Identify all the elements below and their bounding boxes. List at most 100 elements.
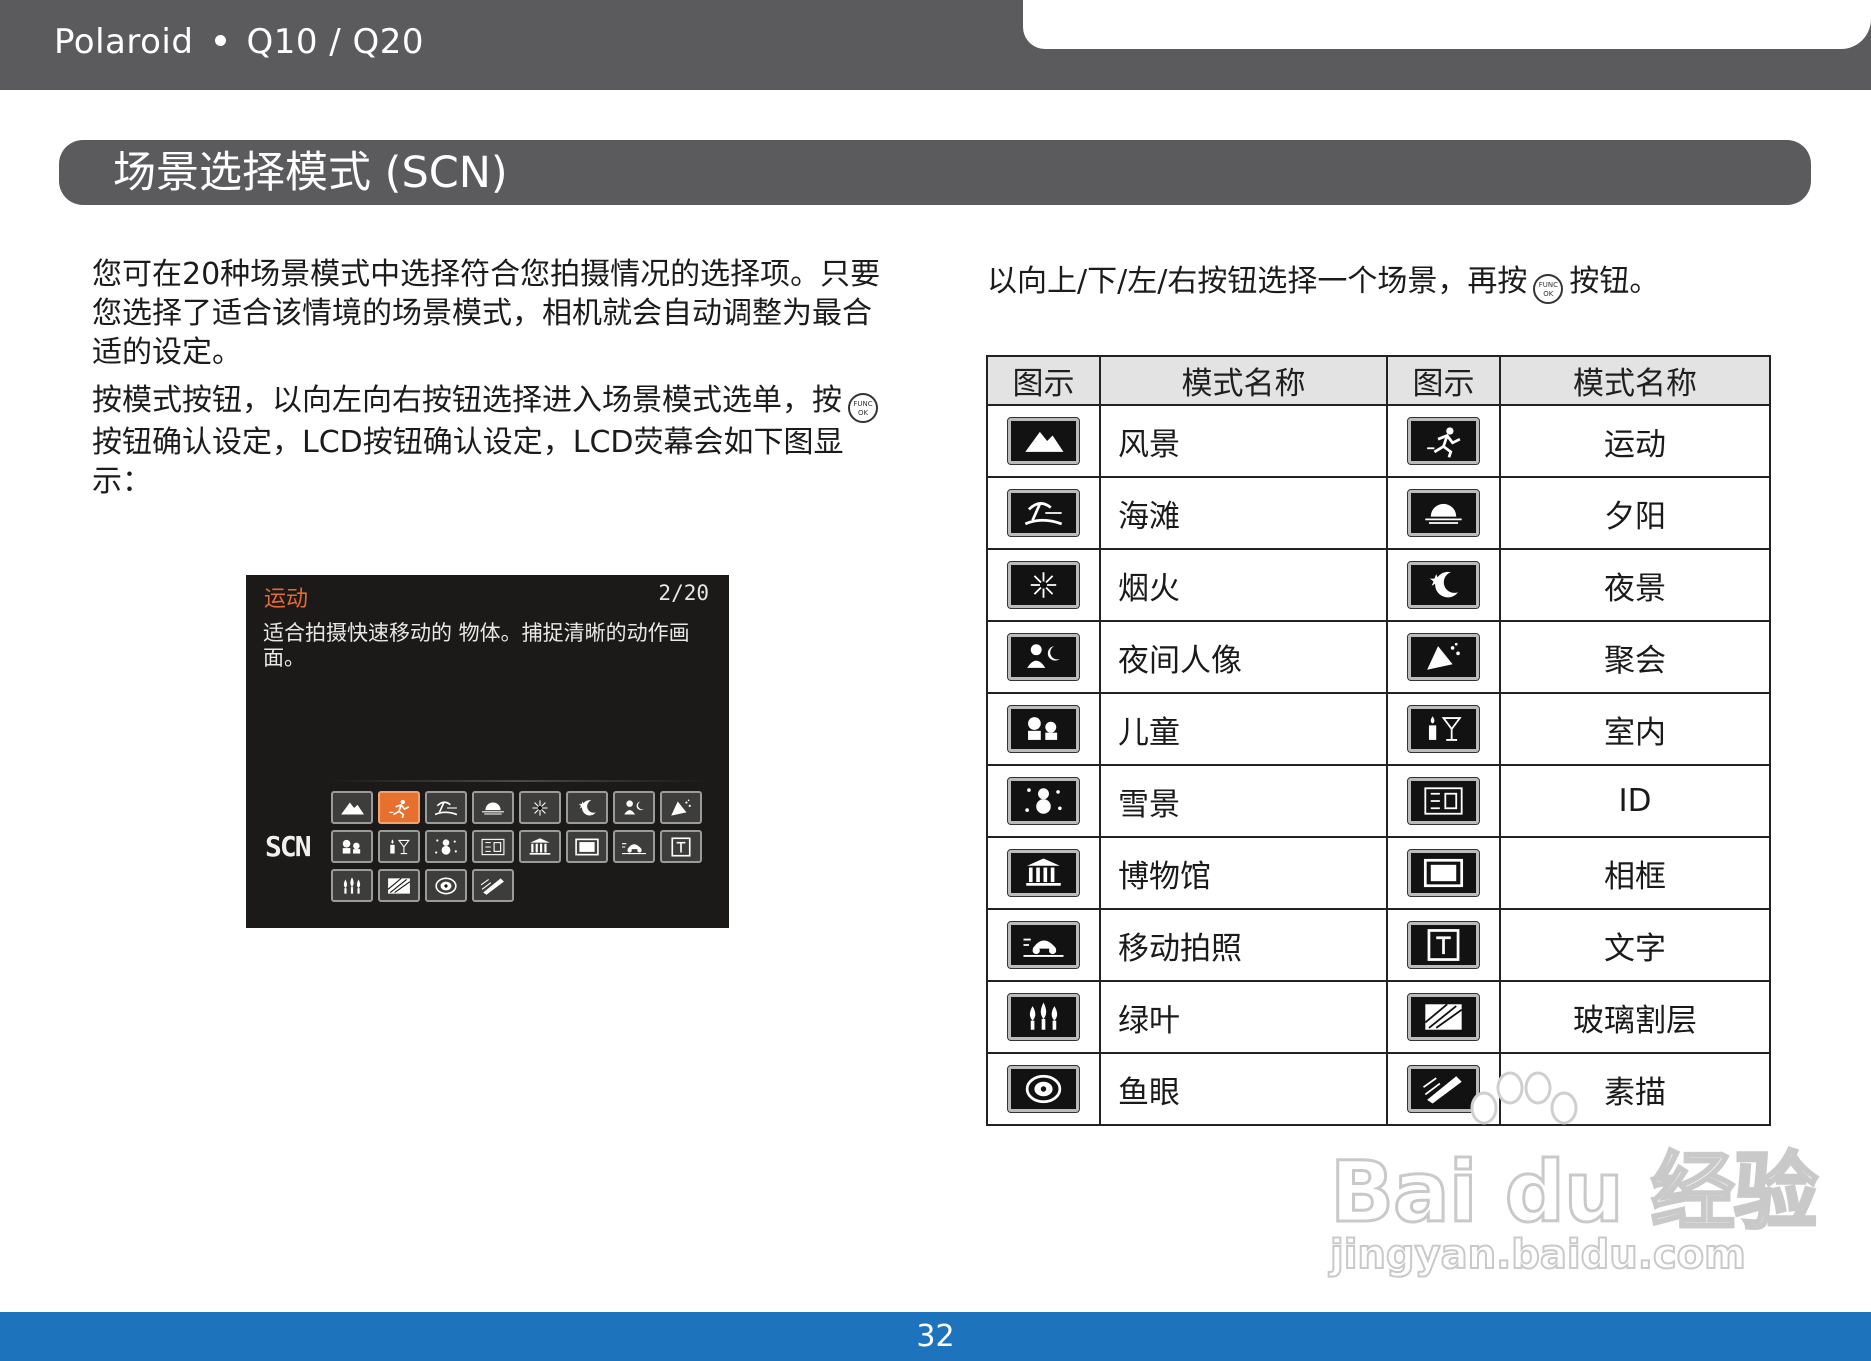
frame-icon xyxy=(575,838,599,855)
sunset-icon xyxy=(1425,503,1462,524)
selection-text-a: 以向上/下/左/右按钮选择一个场景，再按 xyxy=(987,264,1528,299)
table-header-row: 图示 模式名称 图示 模式名称 xyxy=(986,355,1771,406)
mode-name-cell: 玻璃割层 xyxy=(1499,980,1771,1054)
lcd-scene-option[interactable] xyxy=(613,830,655,863)
mode-name-cell: 夜间人像 xyxy=(1099,620,1388,694)
mode-icon-cell xyxy=(1386,692,1501,766)
sunset-icon xyxy=(482,802,504,815)
lcd-description: 适合拍摄快速移动的 物体。捕捉清晰的动作画面。 xyxy=(263,621,690,670)
kids-icon xyxy=(1028,717,1058,740)
foliage-icon xyxy=(343,876,361,894)
mode-icon-cell xyxy=(1386,620,1501,694)
mode-name-cell: 移动拍照 xyxy=(1099,908,1388,982)
page-number: 32 xyxy=(916,1319,955,1354)
instruction-text-a: 按模式按钮，以向左向右按钮选择进入场景模式选单，按 xyxy=(92,383,842,418)
mode-name-cell: 风景 xyxy=(1099,404,1388,478)
mode-icon-cell xyxy=(1386,764,1501,838)
lcd-scene-option[interactable] xyxy=(519,830,561,863)
fireworks-icon xyxy=(532,799,548,816)
lcd-scene-option[interactable] xyxy=(425,869,467,902)
mode-icon-cell xyxy=(1386,548,1501,622)
lcd-page-counter: 2/20 xyxy=(658,581,709,605)
mode-icon-cell xyxy=(1386,836,1501,910)
bullet-icon xyxy=(215,35,227,46)
lcd-scene-option[interactable] xyxy=(613,791,655,824)
lcd-scene-option[interactable] xyxy=(519,791,561,824)
scene-mode-table: 图示 模式名称 图示 模式名称 风景 运动 海滩 夕阳 烟火 夜景 夜间人像 聚会 儿童 室内 雪景… xyxy=(986,355,1771,1126)
glass-icon xyxy=(387,877,411,894)
mode-icon-cell xyxy=(1386,980,1501,1054)
snow-icon xyxy=(435,838,457,855)
glass-icon xyxy=(1424,1003,1463,1030)
header-notch xyxy=(1023,0,1871,49)
table-row: 移动拍照 文字 xyxy=(986,908,1771,982)
lcd-scene-option[interactable] xyxy=(660,791,702,824)
snow-icon xyxy=(1025,788,1062,814)
mode-icon-cell xyxy=(986,548,1101,622)
table-row: 海滩 夕阳 xyxy=(986,476,1771,550)
panning-icon xyxy=(622,842,646,854)
id-icon xyxy=(1424,787,1463,815)
lcd-scene-option[interactable] xyxy=(472,830,514,863)
model-name: Q10 / Q20 xyxy=(246,22,425,62)
lcd-scene-option[interactable] xyxy=(566,830,608,863)
sport-icon xyxy=(1427,427,1461,458)
lcd-scene-option[interactable] xyxy=(566,791,608,824)
mode-icon-cell xyxy=(986,764,1101,838)
mode-name-cell: 夕阳 xyxy=(1499,476,1771,550)
landscape-icon xyxy=(341,802,364,815)
mode-icon-cell xyxy=(1386,908,1501,982)
mode-name-cell: 烟火 xyxy=(1099,548,1388,622)
table-row: 儿童 室内 xyxy=(986,692,1771,766)
table-row: 风景 运动 xyxy=(986,404,1771,478)
mode-name-cell: 聚会 xyxy=(1499,620,1771,694)
baidu-watermark-url: jingyan.baidu.com xyxy=(1329,1231,1747,1279)
mode-name-cell: 儿童 xyxy=(1099,692,1388,766)
section-title: 场景选择模式 (SCN) xyxy=(113,148,508,198)
fisheye-icon xyxy=(1025,1074,1062,1104)
lcd-scene-option[interactable] xyxy=(378,830,420,863)
lcd-scene-option[interactable] xyxy=(425,791,467,824)
selection-instruction: 以向上/下/左/右按钮选择一个场景，再按 FUNC OK 按钮。 xyxy=(987,262,1847,304)
frame-icon xyxy=(1423,858,1464,888)
lcd-scene-option[interactable] xyxy=(660,830,702,863)
mode-icon-cell xyxy=(986,476,1101,550)
party-icon xyxy=(1427,642,1460,670)
night-scene-icon xyxy=(578,799,596,815)
lcd-scene-option[interactable] xyxy=(331,830,373,863)
instruction-paragraph: 按模式按钮，以向左向右按钮选择进入场景模式选单，按 FUNC OK按钮确认设定，LC… xyxy=(92,381,902,501)
mode-name-cell: 夜景 xyxy=(1499,548,1771,622)
mode-icon-cell xyxy=(1386,404,1501,478)
lcd-scene-option[interactable] xyxy=(331,791,373,824)
func-ok-button-icon: FUNC OK xyxy=(848,393,878,423)
lcd-scene-option[interactable] xyxy=(425,830,467,863)
lcd-scene-option[interactable] xyxy=(378,791,420,824)
museum-icon xyxy=(1026,858,1061,886)
baidu-watermark-logo: Bai du 经验 xyxy=(1329,1142,1820,1243)
fisheye-icon xyxy=(435,877,457,894)
lcd-scene-option[interactable] xyxy=(378,869,420,902)
landscape-icon xyxy=(1025,431,1064,452)
header-name-col: 模式名称 xyxy=(1099,355,1388,406)
intro-paragraph: 您可在20种场景模式中选择符合您拍摄情况的选择项。只要您选择了适合该情境的场景模… xyxy=(92,257,881,370)
lcd-mode-title: 运动 xyxy=(264,587,309,612)
table-row: 鱼眼 素描 xyxy=(986,1052,1771,1126)
sketch-icon xyxy=(480,877,504,895)
night-portrait-icon xyxy=(1027,644,1060,668)
lcd-scene-option[interactable] xyxy=(472,869,514,902)
party-icon xyxy=(671,799,691,816)
lcd-screen: 运动 2/20 适合拍摄快速移动的 物体。捕捉清晰的动作画面。 SCN xyxy=(246,575,729,928)
mode-name-cell: 相框 xyxy=(1499,836,1771,910)
table-row: 夜间人像 聚会 xyxy=(986,620,1771,694)
mode-icon-cell xyxy=(986,620,1101,694)
text-icon xyxy=(1427,929,1460,961)
header-icon-col: 图示 xyxy=(1386,355,1501,406)
table-row: 绿叶 玻璃割层 xyxy=(986,980,1771,1054)
mode-name-cell: 运动 xyxy=(1499,404,1771,478)
brand-name: Polaroid xyxy=(54,22,194,62)
lcd-scene-option[interactable] xyxy=(331,869,373,902)
mode-name-cell: 文字 xyxy=(1499,908,1771,982)
lcd-scene-option[interactable] xyxy=(472,791,514,824)
mode-icon-cell xyxy=(1386,476,1501,550)
text-icon xyxy=(671,836,691,857)
